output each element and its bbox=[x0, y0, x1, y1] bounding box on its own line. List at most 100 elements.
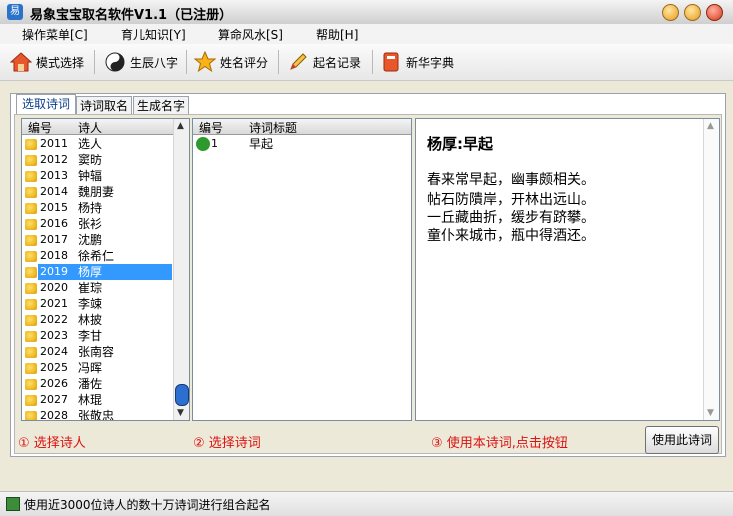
poet-number: 2013 bbox=[40, 169, 68, 182]
name-score-label: 姓名评分 bbox=[220, 55, 269, 70]
poet-row[interactable]: 2024 张南容 bbox=[22, 344, 172, 360]
column-header[interactable]: 编号 bbox=[28, 119, 52, 136]
menu-parenting[interactable]: 育儿知识[Y] bbox=[121, 26, 186, 43]
poet-number: 2012 bbox=[40, 153, 68, 166]
poet-number: 2014 bbox=[40, 185, 68, 198]
poem-heading: 杨厚:早起 bbox=[427, 135, 493, 153]
poet-number: 2019 bbox=[40, 264, 68, 280]
close-button[interactable] bbox=[706, 4, 723, 21]
poet-name: 崔琮 bbox=[78, 281, 103, 295]
mode-select-button[interactable]: 模式选择 bbox=[10, 48, 84, 76]
poet-row[interactable]: 2021 李竦 bbox=[22, 296, 172, 312]
poet-icon bbox=[25, 331, 37, 342]
poet-row[interactable]: 2019 杨厚 bbox=[22, 264, 172, 280]
column-header[interactable]: 编号 bbox=[199, 119, 223, 136]
poet-name: 魏朋妻 bbox=[78, 185, 115, 199]
poet-row[interactable]: 2023 李甘 bbox=[22, 328, 172, 344]
poet-name: 徐希仁 bbox=[78, 249, 115, 263]
poet-number: 2018 bbox=[40, 249, 68, 262]
poet-row[interactable]: 2018 徐希仁 bbox=[22, 248, 172, 264]
poet-row[interactable]: 2025 冯晖 bbox=[22, 360, 172, 376]
poet-row[interactable]: 2017 沈鹏 bbox=[22, 232, 172, 248]
poet-name: 张南容 bbox=[78, 345, 115, 359]
tab-generate-name[interactable]: 生成名字 bbox=[133, 96, 189, 115]
poem-title: 早起 bbox=[249, 137, 274, 151]
poet-number: 2026 bbox=[40, 377, 68, 390]
scroll-thumb[interactable] bbox=[175, 384, 189, 406]
column-header[interactable]: 诗词标题 bbox=[249, 119, 297, 136]
use-poem-button[interactable]: 使用此诗词 bbox=[645, 426, 719, 454]
dictionary-label: 新华字典 bbox=[406, 55, 455, 70]
poet-icon bbox=[25, 379, 37, 390]
poet-number: 2021 bbox=[40, 297, 68, 310]
poet-icon bbox=[25, 155, 37, 166]
poet-name: 张衫 bbox=[78, 217, 103, 231]
minimize-button[interactable] bbox=[662, 4, 679, 21]
name-score-button[interactable]: 姓名评分 bbox=[194, 48, 268, 76]
toolbar-separator bbox=[278, 50, 279, 74]
tab-poem-naming[interactable]: 诗词取名 bbox=[76, 96, 132, 115]
status-icon bbox=[6, 497, 20, 511]
house-icon bbox=[10, 52, 32, 72]
status-bar: 使用近3000位诗人的数十万诗词进行组合起名 bbox=[0, 491, 733, 516]
maximize-button[interactable] bbox=[684, 4, 701, 21]
poet-row[interactable]: 2027 林琨 bbox=[22, 392, 172, 408]
dictionary-button[interactable]: 新华字典 bbox=[380, 48, 454, 76]
poet-row[interactable]: 2011 选人 bbox=[22, 136, 172, 152]
naming-record-button[interactable]: 起名记录 bbox=[287, 48, 361, 76]
poet-row[interactable]: 2015 杨持 bbox=[22, 200, 172, 216]
title-bar: 易 易象宝宝取名软件V1.1（已注册） bbox=[0, 0, 733, 25]
poet-number: 2027 bbox=[40, 393, 68, 406]
poet-row[interactable]: 2012 窦昉 bbox=[22, 152, 172, 168]
menu-fortune[interactable]: 算命风水[S] bbox=[218, 26, 283, 43]
poet-number: 2016 bbox=[40, 217, 68, 230]
poet-row[interactable]: 2022 林披 bbox=[22, 312, 172, 328]
poet-list[interactable]: 编号 诗人 2011 选人 2012 窦昉 2013 钟辐 2014 魏朋妻 2015 杨持 201… bbox=[21, 118, 190, 421]
scroll-down-icon[interactable]: ▼ bbox=[177, 408, 184, 418]
menu-operate[interactable]: 操作菜单[C] bbox=[22, 26, 88, 43]
poet-row[interactable]: 2014 魏朋妻 bbox=[22, 184, 172, 200]
toolbar: 模式选择 生辰八字 姓名评分 起名记录 新华字典 bbox=[0, 44, 733, 81]
poet-row[interactable]: 2028 张敬忠 bbox=[22, 408, 172, 421]
poet-number: 2020 bbox=[40, 281, 68, 294]
poet-row[interactable]: 2013 钟辐 bbox=[22, 168, 172, 184]
poet-list-scrollbar[interactable]: ▲ ▼ bbox=[173, 119, 189, 420]
poem-line: 一丘藏曲折，缓步有跻攀。 bbox=[427, 210, 595, 226]
app-icon: 易 bbox=[7, 4, 23, 20]
toolbar-separator bbox=[372, 50, 373, 74]
scroll-up-icon[interactable]: ▲ bbox=[177, 121, 184, 131]
poet-row[interactable]: 2026 潘佐 bbox=[22, 376, 172, 392]
poet-row[interactable]: 2016 张衫 bbox=[22, 216, 172, 232]
poet-number: 2011 bbox=[40, 137, 68, 150]
pencil-icon bbox=[290, 53, 307, 70]
poet-icon bbox=[25, 315, 37, 326]
poet-icon bbox=[25, 187, 37, 198]
tab-select-poem[interactable]: 选取诗词 bbox=[16, 94, 76, 116]
poem-list[interactable]: 编号 诗词标题 1 早起 bbox=[192, 118, 412, 421]
window-title: 易象宝宝取名软件V1.1（已注册） bbox=[30, 8, 233, 23]
poet-number: 2028 bbox=[40, 409, 68, 421]
poem-scrollbar[interactable]: ▲ ▼ bbox=[703, 119, 719, 420]
scroll-up-icon[interactable]: ▲ bbox=[707, 121, 714, 131]
column-header[interactable]: 诗人 bbox=[78, 119, 102, 136]
menu-help[interactable]: 帮助[H] bbox=[316, 26, 358, 43]
poet-name: 沈鹏 bbox=[78, 233, 103, 247]
step-3-hint: ③ 使用本诗词,点击按钮 bbox=[431, 436, 568, 451]
poet-icon bbox=[25, 203, 37, 214]
poet-name: 冯晖 bbox=[78, 361, 103, 375]
poet-icon bbox=[25, 139, 37, 150]
toolbar-separator bbox=[186, 50, 187, 74]
scroll-down-icon[interactable]: ▼ bbox=[707, 408, 714, 418]
poet-icon bbox=[25, 235, 37, 246]
poet-name: 林琨 bbox=[78, 393, 103, 407]
poem-list-header: 编号 诗词标题 bbox=[193, 119, 411, 135]
poet-number: 2025 bbox=[40, 361, 68, 374]
list-item[interactable]: 1 早起 bbox=[193, 136, 393, 152]
poet-icon bbox=[25, 347, 37, 358]
naming-record-label: 起名记录 bbox=[313, 55, 362, 70]
poet-row[interactable]: 2020 崔琮 bbox=[22, 280, 172, 296]
poet-icon bbox=[25, 363, 37, 374]
poet-name: 杨厚 bbox=[78, 264, 103, 280]
birth-chart-button[interactable]: 生辰八字 bbox=[104, 48, 178, 76]
poet-list-header: 编号 诗人 bbox=[22, 119, 189, 135]
